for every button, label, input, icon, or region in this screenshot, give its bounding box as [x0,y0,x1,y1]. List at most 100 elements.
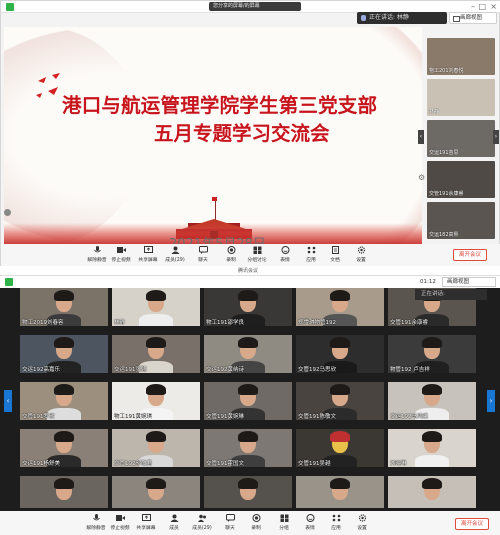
participant-tile[interactable]: 交运191杨舒美 [20,429,108,467]
mute-label: 解除静音 [86,526,106,531]
participant-tile[interactable]: 交管192邬敬君 [112,429,200,467]
gear-icon[interactable]: ⚙ [418,173,425,182]
members-label: 成员(29) [192,526,212,531]
strip-tile[interactable]: 交管191余康睿 [427,161,495,198]
participant-name: 物工191邵学良 [206,320,244,326]
bottom-meeting-window: 腾讯会议 01:12 画廊视图 物工2019刘春容 林静 物工191邵学良 郑雪… [0,266,500,535]
video-icon [115,515,125,521]
participant-tile[interactable] [388,476,476,508]
participant-tile[interactable]: 刘晓琳 [388,429,476,467]
participant-tile[interactable]: 林静 [112,288,200,326]
slide-nav-dot[interactable] [4,209,11,216]
slide-decor-left [4,27,144,245]
reaction-icon [281,246,289,254]
apps-button[interactable]: 应用 [322,514,350,533]
settings-button[interactable]: 设置 [348,514,376,533]
strip-tile-name: 物工201刘春悦 [429,68,464,74]
settings-button[interactable]: 设置 [347,246,375,265]
participant-hair [54,478,74,489]
participant-hair [54,337,74,348]
speaking-indicator: 正在讲话: 林静 [357,12,447,24]
participant-name: 交管191罗欣 [22,414,55,420]
participant-tile[interactable] [296,476,384,508]
chat-icon [198,246,208,254]
chat-label: 聊天 [225,526,235,531]
bottom-status-bar: 01:12 画廊视图 [0,276,500,288]
prev-page-arrow[interactable]: ‹ [4,390,12,412]
minimize-icon[interactable]: – [471,2,475,11]
participant-tile[interactable]: 交管191霍国文 [204,429,292,467]
strip-tile[interactable]: 交运182高熙 [427,202,495,239]
settings-icon [358,514,366,522]
share-screen-label: 共享屏幕 [136,526,156,531]
chat-button[interactable]: 聊天 [216,514,244,533]
top-meeting-window: 您分享的屏幕/的屏幕 – □ × 正在讲话: 林静 画廊视图 港口与航运管理学院… [0,0,500,266]
participant-tile[interactable]: 交运192黄纳诗 [204,335,292,373]
participant-tile[interactable] [204,476,292,508]
strip-tile[interactable]: 交运191苗思 [427,120,495,157]
flag-icon [212,197,217,201]
participant-hair [54,290,74,301]
breakout-button[interactable]: 分组讨论 [243,246,271,265]
participant-tile[interactable]: 交管191罗欣 [20,382,108,420]
mute-label: 解除静音 [87,258,107,263]
apps-icon [332,514,340,522]
mic-icon [92,514,100,521]
members-button[interactable]: 聊天 [189,246,217,265]
participant-tile[interactable] [112,476,200,508]
participant-tile[interactable]: 交管192马思欣 [296,335,384,373]
record-button[interactable]: 录制 [217,246,245,265]
members-button[interactable]: 成员(29) [188,514,216,533]
participant-tile[interactable]: 物工191邵学良 [204,288,292,326]
docs-button[interactable]: 文档 [321,246,349,265]
share-screen-button[interactable]: 共享屏幕 [134,246,162,265]
stop-video-button[interactable]: 停止视频 [107,246,135,265]
reaction-button[interactable]: 表情 [296,514,324,533]
participant-hair [238,337,258,348]
participant-strip: 物工201刘春悦 林静 交运191苗思 交管191余康睿 交运182高熙 [427,38,495,243]
participant-tile[interactable]: 交管191陈敬文 [296,382,384,420]
strip-prev-arrow[interactable]: ‹ [418,130,424,144]
participant-name: 交管191吴越 [298,461,331,467]
gallery-view-button[interactable]: 画廊视图 [449,12,497,24]
participant-hair [422,337,442,348]
close-icon[interactable]: × [490,2,497,11]
next-page-arrow[interactable]: › [487,390,495,412]
docs-icon [331,246,339,254]
record-button[interactable]: 录制 [242,514,270,533]
participant-tile[interactable]: 交运192马鸿乘 [388,382,476,420]
participant-hair [238,384,258,395]
participant-tile[interactable]: 交运192高嘉乐 [20,335,108,373]
gallery-view-button[interactable]: 画廊视图 [442,277,496,287]
participant-tile[interactable]: 物工2019刘春容 [20,288,108,326]
maximize-icon[interactable]: □ [478,2,486,11]
bottom-titlebar: 腾讯会议 [0,266,500,276]
strip-next-arrow[interactable]: › [493,130,499,144]
participant-tile[interactable]: 交管191吴越 [296,429,384,467]
participant-name: 物工191黄婉琪 [114,414,152,420]
stop-video-label: 停止视频 [110,526,130,531]
strip-tile[interactable]: 物工201刘春悦 [427,38,495,75]
leave-meeting-button[interactable]: 离开会议 [455,518,489,530]
shared-screen-slide: 港口与航运管理学院学生第三党支部 五月专题学习交流会 [4,27,422,245]
share-screen-button[interactable]: 共享屏幕 [132,514,160,533]
participant-hair [330,478,350,489]
speaking-indicator: 正在讲话: [415,289,487,300]
participant-tile[interactable] [20,476,108,508]
participants-button[interactable]: 成员 [160,514,188,533]
participant-tile[interactable]: 交运191张骁 [112,335,200,373]
participants-button[interactable]: 成员(29) [161,246,189,265]
apps-icon [307,246,315,254]
stop-video-button[interactable]: 停止视频 [106,514,134,533]
participant-tile[interactable]: 郑雪琪物管192 [296,288,384,326]
participant-tile[interactable]: 物工191黄婉琪 [112,382,200,420]
reaction-button[interactable]: 表情 [271,246,299,265]
leave-meeting-button[interactable]: 离开会议 [453,249,487,261]
participant-tile[interactable]: 物管192 卢吉祥 [388,335,476,373]
breakout-button[interactable]: 分组 [270,514,298,533]
bottom-window-title: 腾讯会议 [238,268,259,274]
participant-name: 交管191余康睿 [390,320,428,326]
strip-tile[interactable]: 林静 [427,79,495,116]
participant-tile[interactable]: 交管191黄婉琳 [204,382,292,420]
docs-label: 文档 [330,258,340,263]
